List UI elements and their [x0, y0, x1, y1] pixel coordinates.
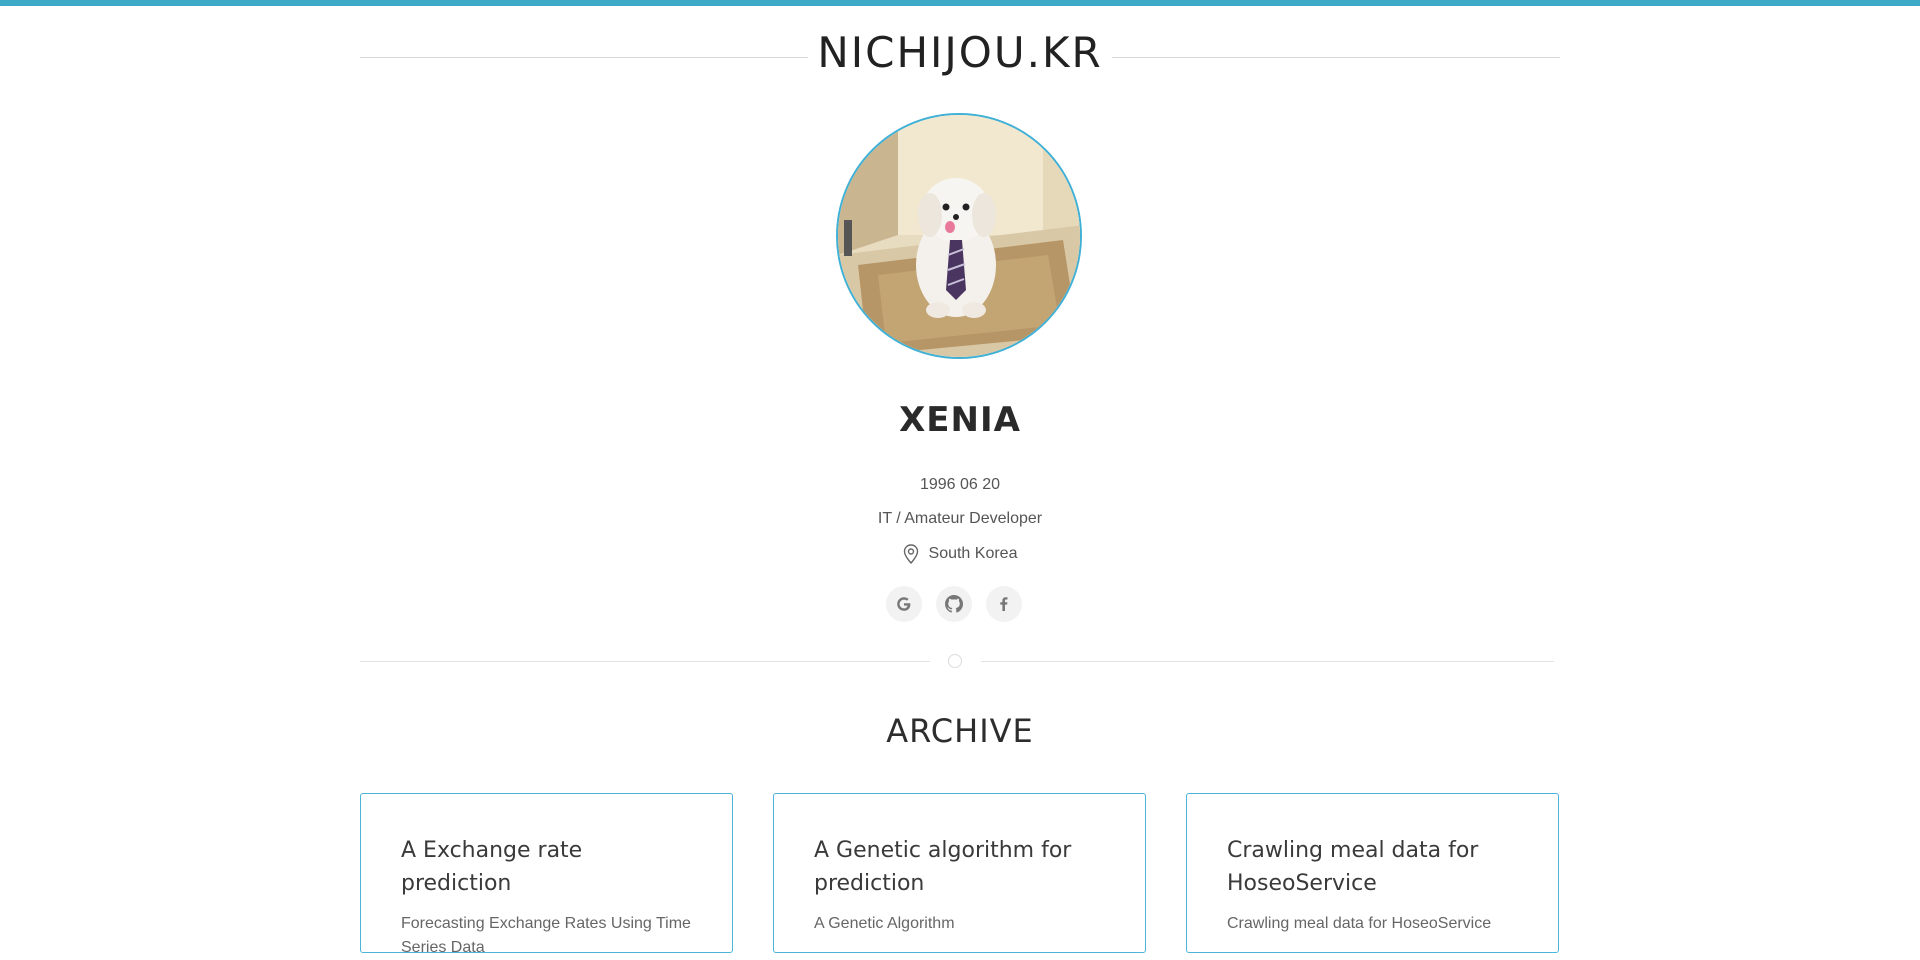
facebook-icon — [1000, 597, 1008, 611]
divider-circle-icon — [948, 654, 962, 668]
profile-occupation: IT / Amateur Developer — [877, 510, 1043, 527]
archive-card-exchange-rate[interactable]: A Exchange rate prediction Forecasting E… — [360, 793, 733, 956]
archive-heading: ARCHIVE — [886, 712, 1034, 750]
section-divider-right — [981, 661, 1554, 662]
section-divider-left — [360, 661, 930, 662]
profile-birthday: 1996 06 20 — [919, 476, 1001, 493]
google-link[interactable] — [886, 586, 922, 622]
profile-location: South Korea — [760, 544, 1160, 564]
social-links — [886, 586, 1022, 622]
github-icon — [945, 595, 963, 613]
site-title[interactable]: NICHIJOU.KR — [808, 28, 1112, 77]
card-title[interactable]: A Exchange rate prediction — [401, 834, 692, 900]
archive-card-meal-crawling[interactable]: Crawling meal data for HoseoService Craw… — [1186, 793, 1559, 953]
card-description: Forecasting Exchange Rates Using Time Se… — [401, 915, 691, 956]
location-text: South Korea — [928, 545, 1018, 562]
profile-name: XENIA — [899, 400, 1021, 440]
site-header: NICHIJOU.KR — [360, 22, 1560, 82]
card-description: A Genetic Algorithm — [814, 915, 955, 932]
card-description: Crawling meal data for HoseoService — [1227, 915, 1492, 932]
map-pin-icon — [903, 544, 919, 564]
card-title[interactable]: A Genetic algorithm for prediction — [814, 834, 1105, 900]
top-accent-bar — [0, 0, 1920, 6]
header-rule-right — [1112, 57, 1560, 58]
card-title[interactable]: Crawling meal data for HoseoService — [1227, 834, 1518, 900]
avatar — [836, 113, 1082, 359]
google-icon — [897, 597, 911, 611]
header-rule-left — [360, 57, 808, 58]
profile-photo — [838, 115, 1080, 357]
facebook-link[interactable] — [986, 586, 1022, 622]
archive-card-genetic-algorithm[interactable]: A Genetic algorithm for prediction A Gen… — [773, 793, 1146, 953]
github-link[interactable] — [936, 586, 972, 622]
